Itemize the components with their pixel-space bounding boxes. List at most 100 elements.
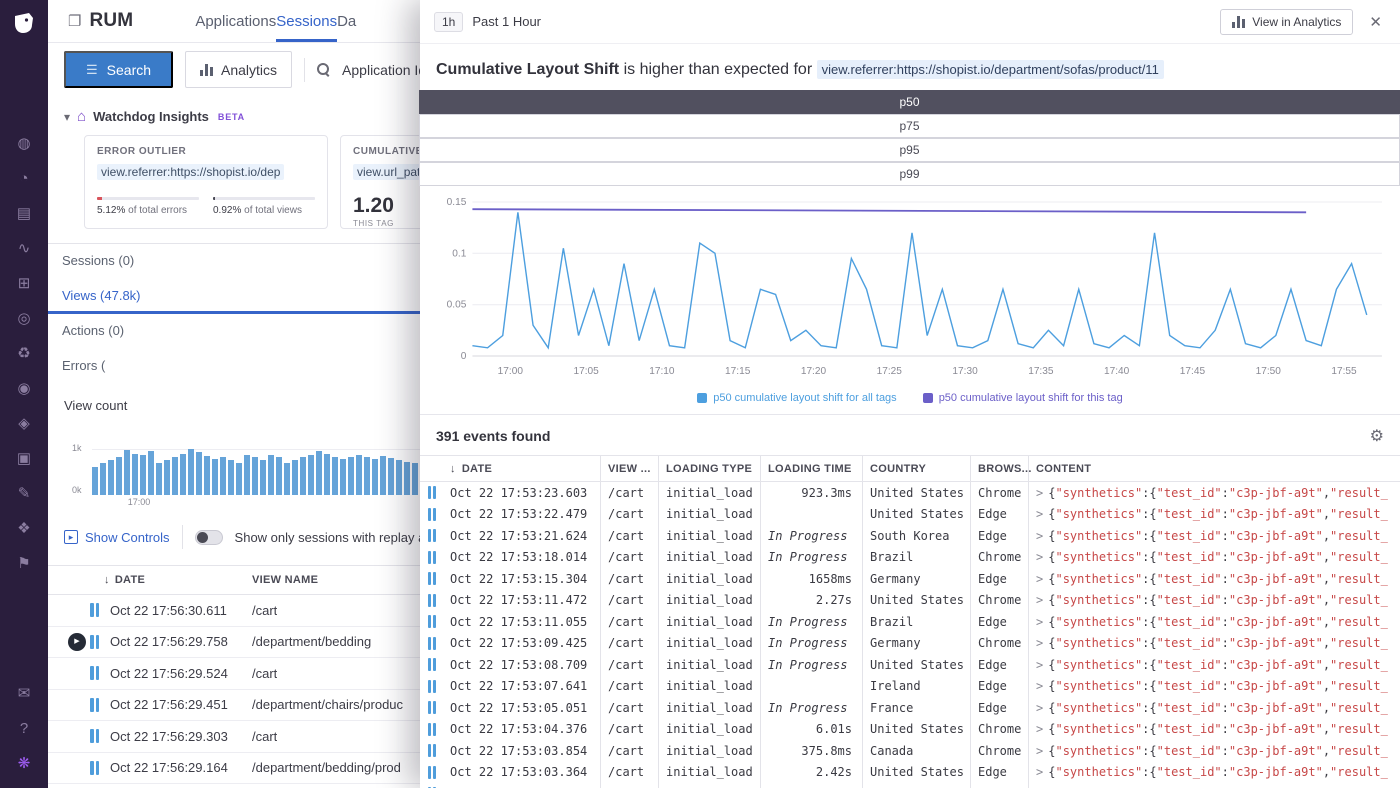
event-row[interactable]: Oct 22 17:53:03.854/cartinitial_load375.…: [420, 740, 1400, 762]
expand-caret-icon[interactable]: >: [1036, 636, 1043, 650]
row-date: Oct 22 17:56:30.611: [104, 603, 252, 618]
stat-bar: [213, 197, 315, 200]
event-row[interactable]: Oct 22 17:53:02.964/cartinitial_load6.63…: [420, 783, 1400, 788]
expand-caret-icon[interactable]: >: [1036, 679, 1043, 693]
svg-text:17:00: 17:00: [498, 366, 524, 377]
top-nav-tab[interactable]: Sessions: [276, 0, 337, 42]
percentile-button[interactable]: p50: [419, 90, 1400, 114]
expand-caret-icon[interactable]: >: [1036, 529, 1043, 543]
percentile-button[interactable]: p75: [419, 114, 1400, 138]
view-name-column-header[interactable]: VIEW NAME: [252, 574, 318, 586]
event-country: United States: [862, 482, 970, 504]
event-row[interactable]: Oct 22 17:53:05.051/cartinitial_loadIn P…: [420, 697, 1400, 719]
event-row[interactable]: Oct 22 17:53:09.425/cartinitial_loadIn P…: [420, 633, 1400, 655]
event-loading-time: [760, 676, 862, 698]
top-nav-tab[interactable]: Applications: [195, 0, 276, 42]
apm-icon[interactable]: ◎: [13, 309, 35, 329]
dashboards-icon[interactable]: ❖: [13, 519, 35, 539]
browser-column-header[interactable]: BROWS...: [970, 456, 1028, 481]
search-icon[interactable]: ◍: [13, 134, 35, 154]
synthetics-icon[interactable]: ♻: [13, 344, 35, 364]
logs-icon[interactable]: ▤: [13, 204, 35, 224]
event-row[interactable]: Oct 22 17:53:15.304/cartinitial_load1658…: [420, 568, 1400, 590]
event-view: /cart: [600, 633, 658, 655]
datadog-logo[interactable]: [9, 8, 39, 38]
close-icon[interactable]: ✕: [1369, 13, 1382, 31]
help-icon[interactable]: ?: [13, 719, 35, 739]
ci-icon[interactable]: ◈: [13, 414, 35, 434]
event-row[interactable]: Oct 22 17:53:04.376/cartinitial_load6.01…: [420, 719, 1400, 741]
view-event-icon: [428, 658, 442, 671]
event-row[interactable]: Oct 22 17:53:08.709/cartinitial_loadIn P…: [420, 654, 1400, 676]
gear-icon[interactable]: ⚙: [1370, 426, 1384, 446]
search-button[interactable]: ☰ Search: [64, 51, 173, 88]
view-in-analytics-button[interactable]: View in Analytics: [1220, 9, 1353, 35]
event-row[interactable]: Oct 22 17:53:18.014/cartinitial_loadIn P…: [420, 547, 1400, 569]
notebooks-icon[interactable]: ✎: [13, 484, 35, 504]
side-panel: 1h Past 1 Hour View in Analytics ✕ Cumul…: [420, 0, 1400, 788]
event-row[interactable]: Oct 22 17:53:22.479/cartinitial_loadUnit…: [420, 504, 1400, 526]
expand-caret-icon[interactable]: >: [1036, 744, 1043, 758]
integrations-icon[interactable]: ⊞: [13, 274, 35, 294]
event-browser: Chrome: [970, 740, 1028, 762]
chat-icon[interactable]: ✉: [13, 684, 35, 704]
event-row[interactable]: Oct 22 17:53:11.055/cartinitial_loadIn P…: [420, 611, 1400, 633]
top-nav-tab[interactable]: Da: [337, 0, 356, 42]
referrer-tag-pill[interactable]: view.referrer:https://shopist.io/departm…: [817, 60, 1164, 79]
event-country: United States: [862, 504, 970, 526]
security-icon[interactable]: ▣: [13, 449, 35, 469]
watchdog-icon[interactable]: ◔: [13, 169, 35, 189]
event-view: /cart: [600, 504, 658, 526]
analytics-button[interactable]: Analytics: [185, 51, 292, 88]
expand-caret-icon[interactable]: >: [1036, 550, 1043, 564]
metrics-icon[interactable]: ∿: [13, 239, 35, 259]
p50 cumulative layout shift for this tag[interactable]: p50 cumulative layout shift for this tag: [923, 392, 1123, 404]
events-table-header: ↓ DATE VIEW ... LOADING TYPE LOADING TIM…: [420, 455, 1400, 482]
replay-toggle[interactable]: [195, 530, 223, 545]
date-column-header[interactable]: ↓ DATE: [450, 463, 600, 475]
card-tag-pill[interactable]: view.referrer:https://shopist.io/dep: [97, 164, 284, 180]
percentile-button[interactable]: p99: [419, 162, 1400, 186]
event-loading-type: initial_load: [658, 740, 760, 762]
event-view: /cart: [600, 676, 658, 698]
event-row[interactable]: Oct 22 17:53:11.472/cartinitial_load2.27…: [420, 590, 1400, 612]
event-browser: Chrome: [970, 783, 1028, 788]
event-row[interactable]: Oct 22 17:53:07.641/cartinitial_loadIrel…: [420, 676, 1400, 698]
event-row[interactable]: Oct 22 17:53:03.364/cartinitial_load2.42…: [420, 762, 1400, 784]
stat-item: 5.12% of total errors: [97, 197, 199, 216]
content-column-header[interactable]: CONTENT: [1028, 456, 1400, 481]
expand-caret-icon[interactable]: >: [1036, 615, 1043, 629]
event-view: /cart: [600, 654, 658, 676]
sort-down-icon: ↓: [104, 574, 110, 586]
event-row[interactable]: Oct 22 17:53:23.603/cartinitial_load923.…: [420, 482, 1400, 504]
view-event-icon: [90, 635, 104, 649]
loading-time-column-header[interactable]: LOADING TIME: [760, 456, 862, 481]
expand-caret-icon[interactable]: >: [1036, 722, 1043, 736]
expand-caret-icon[interactable]: >: [1036, 593, 1043, 607]
event-loading-type: initial_load: [658, 590, 760, 612]
expand-caret-icon[interactable]: >: [1036, 658, 1043, 672]
show-controls-button[interactable]: ▸ Show Controls: [64, 530, 170, 545]
event-country: Ireland: [862, 676, 970, 698]
alerts-icon[interactable]: ⚑: [13, 554, 35, 574]
country-column-header[interactable]: COUNTRY: [862, 456, 970, 481]
view-column-header[interactable]: VIEW ...: [600, 456, 658, 481]
time-range-badge[interactable]: 1h: [434, 12, 463, 32]
loading-type-column-header[interactable]: LOADING TYPE: [658, 456, 760, 481]
rum-icon[interactable]: ◉: [13, 379, 35, 399]
p50 cumulative layout shift for all tags[interactable]: p50 cumulative layout shift for all tags: [697, 392, 896, 404]
bits-mascot-icon[interactable]: ❋: [13, 754, 35, 774]
event-country: United States: [862, 590, 970, 612]
event-row[interactable]: Oct 22 17:53:21.624/cartinitial_loadIn P…: [420, 525, 1400, 547]
expand-caret-icon[interactable]: >: [1036, 765, 1043, 779]
expand-caret-icon[interactable]: >: [1036, 572, 1043, 586]
expand-caret-icon[interactable]: >: [1036, 486, 1043, 500]
cls-timeseries-chart[interactable]: 00.050.10.1517:0017:0517:1017:1517:2017:…: [420, 186, 1400, 388]
error-outlier-card[interactable]: ERROR OUTLIER view.referrer:https://shop…: [84, 135, 328, 229]
percentile-button[interactable]: p95: [419, 138, 1400, 162]
expand-caret-icon[interactable]: >: [1036, 701, 1043, 715]
date-column-header[interactable]: ↓ DATE: [104, 574, 252, 586]
replay-play-icon[interactable]: ▶: [68, 633, 86, 651]
expand-caret-icon[interactable]: >: [1036, 507, 1043, 521]
chevron-down-icon[interactable]: ▾: [64, 110, 70, 124]
